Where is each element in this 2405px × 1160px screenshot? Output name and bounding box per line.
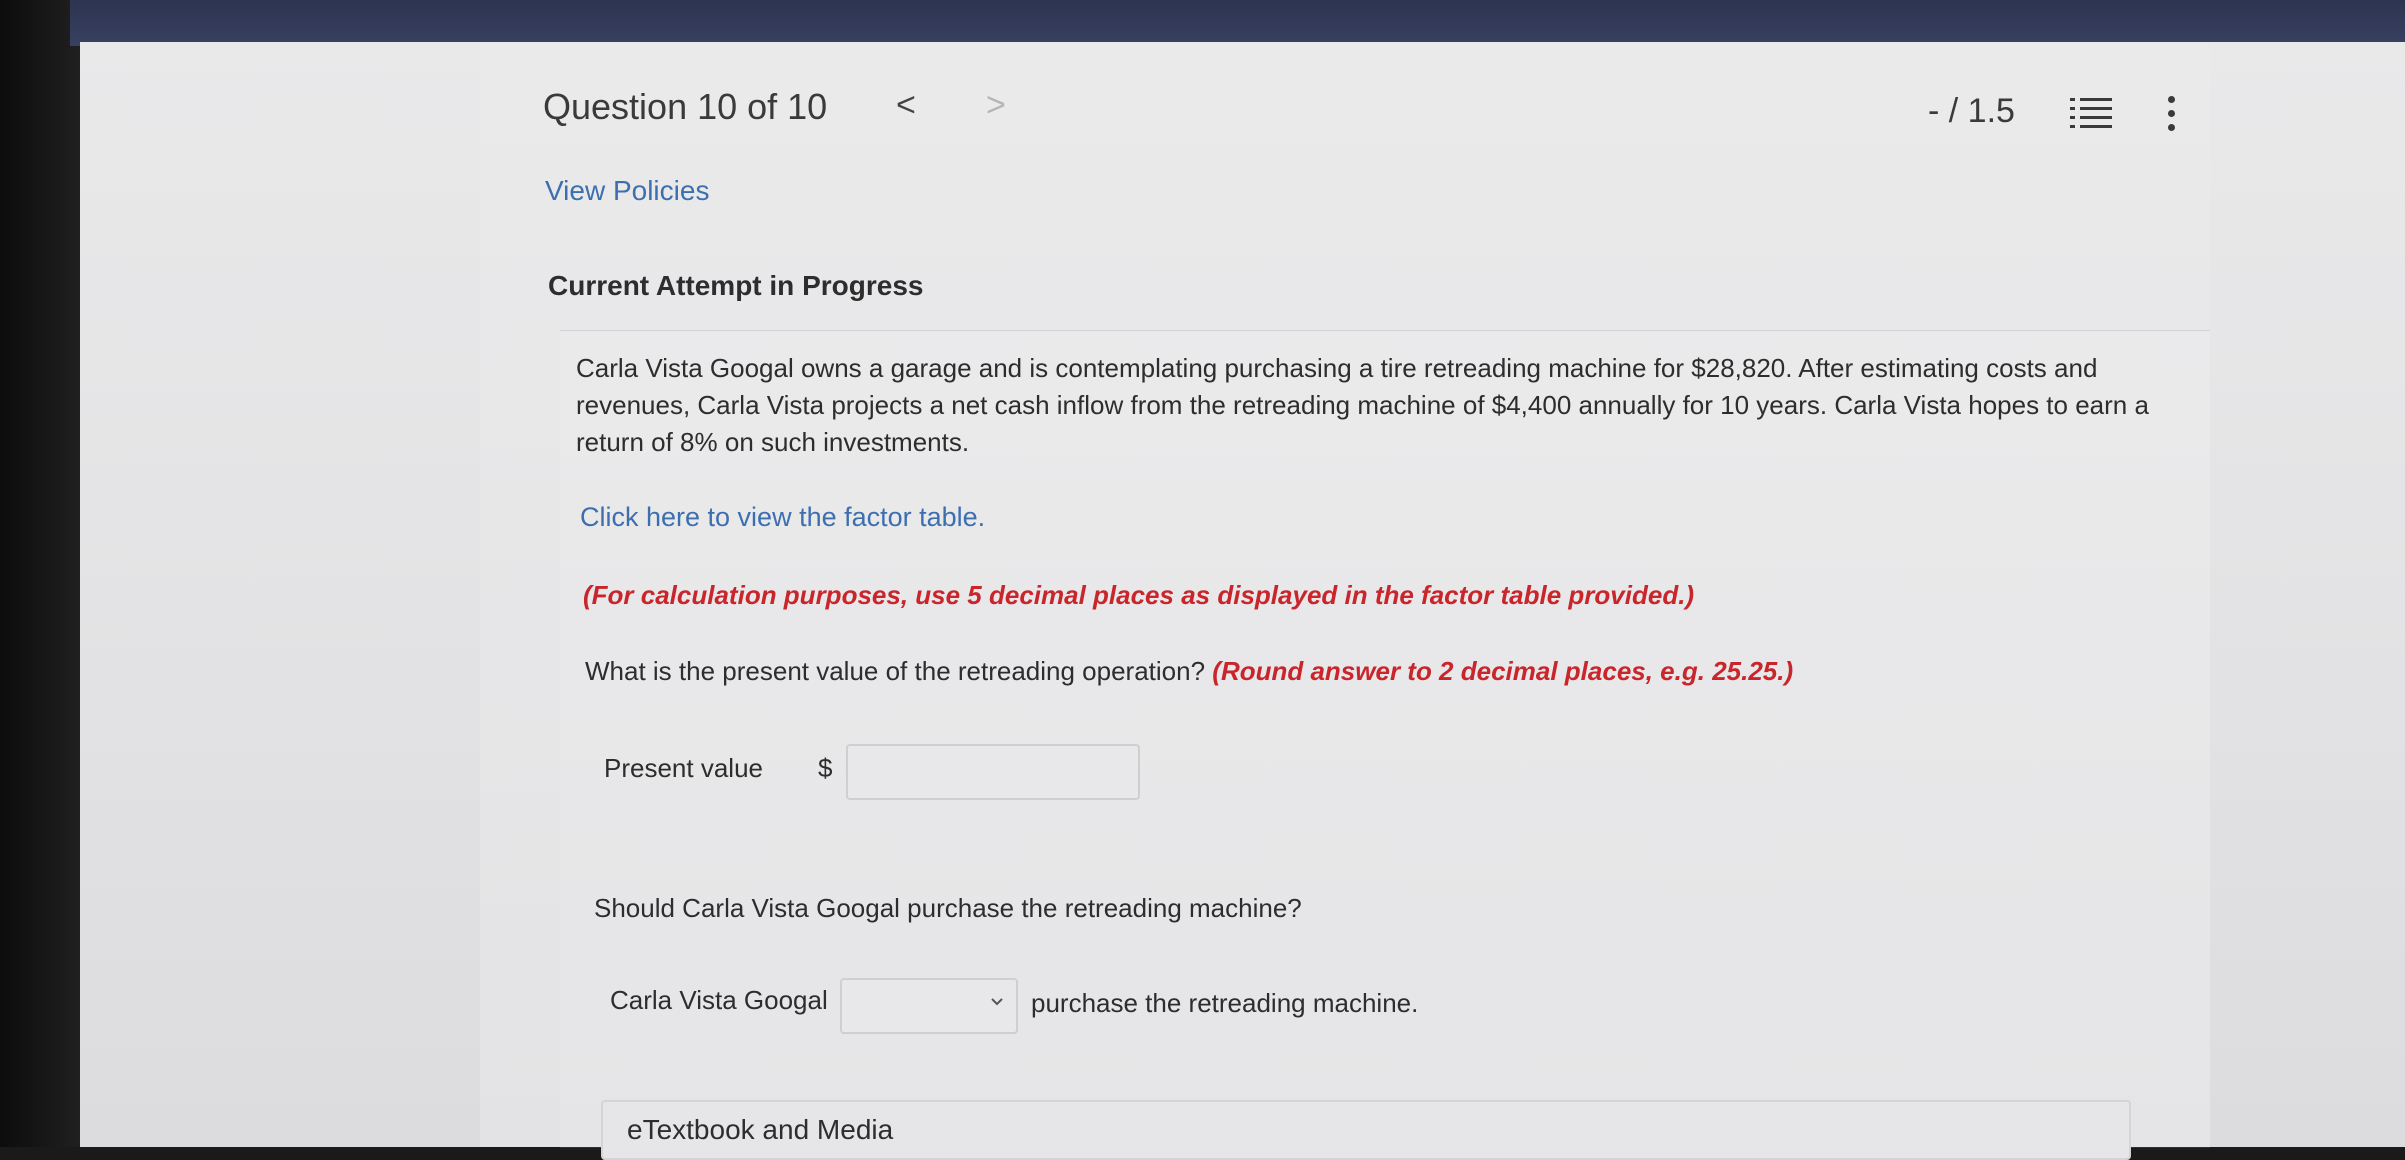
problem-statement: Carla Vista Googal owns a garage and is …: [576, 353, 2149, 457]
list-icon[interactable]: [2070, 96, 2112, 130]
next-question-button[interactable]: >: [986, 86, 1006, 125]
decision-suffix: purchase the retreading machine.: [1031, 988, 1419, 1018]
calculation-note: (For calculation purposes, use 5 decimal…: [583, 580, 1695, 610]
decision-label: Carla Vista Googal: [610, 985, 828, 1015]
view-policies-link[interactable]: View Policies: [545, 175, 709, 207]
chevron-down-icon: [991, 998, 1003, 1006]
purchase-question: Should Carla Vista Googal purchase the r…: [594, 893, 1302, 923]
more-vertical-icon[interactable]: [2165, 94, 2177, 134]
present-value-question: What is the present value of the retread…: [585, 656, 1793, 687]
currency-symbol: $: [818, 753, 833, 783]
factor-table-link[interactable]: Click here to view the factor table.: [580, 502, 985, 533]
present-value-label: Present value: [604, 753, 763, 783]
purchase-decision-select[interactable]: [840, 978, 1018, 1034]
question-counter: Question 10 of 10: [543, 86, 828, 127]
question-score: - / 1.5: [1928, 92, 2015, 130]
present-value-input[interactable]: [846, 744, 1140, 800]
attempt-status: Current Attempt in Progress: [548, 270, 924, 301]
question-text: What is the present value of the retread…: [585, 656, 1213, 686]
previous-question-button[interactable]: <: [896, 86, 916, 125]
top-bar: [70, 0, 2405, 46]
rounding-hint: (Round answer to 2 decimal places, e.g. …: [1212, 656, 1794, 686]
etextbook-and-media-button[interactable]: eTextbook and Media: [601, 1100, 2131, 1160]
